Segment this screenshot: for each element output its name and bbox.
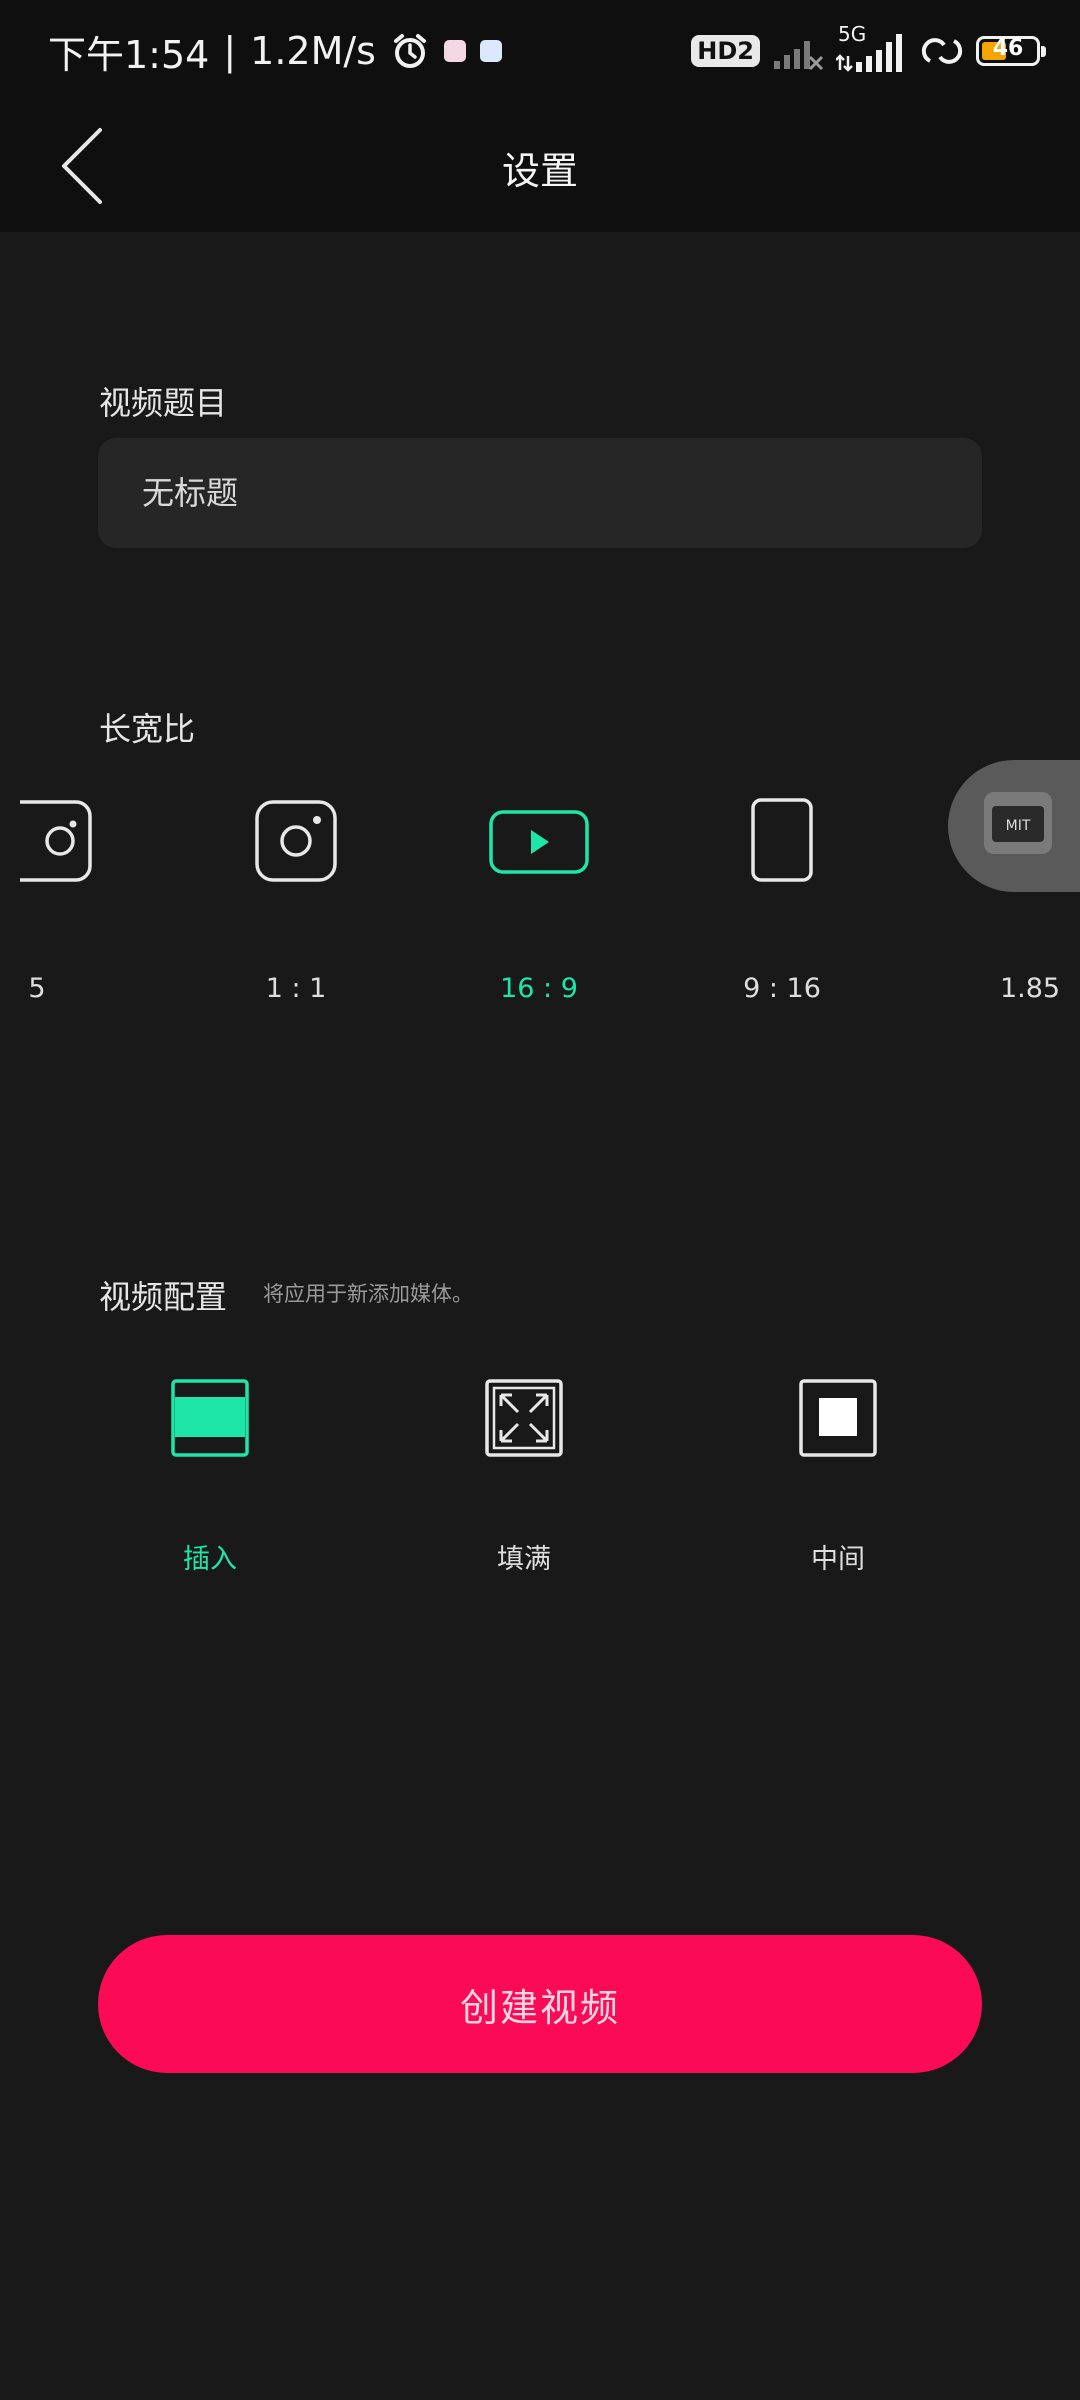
floating-app-icon: MIT [984,792,1052,854]
instagram-icon [255,800,337,882]
config-option-label: 填满 [497,1544,551,1575]
config-option-label: 插入 [183,1544,237,1575]
aspect-option-label: 16 : 9 [500,973,578,1004]
config-option-label: 中间 [811,1544,865,1575]
app-bar: 设置 [0,100,1080,232]
status-separator: | [223,29,237,73]
video-config-subtitle: 将应用于新添加媒体。 [263,1282,473,1306]
notification-app-icon [479,40,502,62]
video-config-label: 视频配置 [99,1278,228,1316]
center-square-icon [799,1379,877,1457]
config-option-fill[interactable]: 填满 [424,1375,624,1575]
status-bar: 下午1:54 | 1.2M/s HD2 5G 46 [0,0,1080,100]
aspect-option-16-9[interactable]: 16 : 9 [459,790,619,1020]
youtube-play-icon [489,810,589,874]
create-video-button[interactable]: 创建视频 [98,1935,982,2073]
video-title-label: 视频题目 [99,384,228,422]
page-title: 设置 [501,149,578,193]
aspect-ratio-carousel[interactable]: 5 1 : 1 16 : 9 9 : 16 1.85 [0,790,1080,1030]
floating-assistant-bubble[interactable]: MIT [948,760,1080,892]
floating-bubble-text: MIT [1006,818,1031,834]
config-option-center[interactable]: 中间 [738,1375,938,1575]
aspect-option-label: 1.85 [999,973,1061,1004]
battery-level: 46 [992,36,1024,61]
status-net-speed: 1.2M/s [250,29,376,73]
aspect-option-label: 9 : 16 [743,973,821,1004]
aspect-ratio-label: 长宽比 [99,710,196,748]
notification-app-icon [443,40,466,62]
video-title-input[interactable] [98,438,982,548]
status-time: 下午1:54 [48,32,210,77]
aspect-option-1-1[interactable]: 1 : 1 [216,790,376,1020]
aspect-option-label: 1 : 1 [265,973,327,1004]
aspect-option-9-16[interactable]: 9 : 16 [702,790,862,1020]
signal-5g-icon: 5G [836,22,908,76]
status-bar-right: HD2 5G 46 [691,22,1046,78]
battery-icon: 46 [976,36,1046,66]
status-bar-left: 下午1:54 | 1.2M/s [48,26,502,77]
hd-voice-badge: HD2 [691,35,760,67]
phone-portrait-icon [751,798,813,882]
portrait-camera-icon [20,800,92,882]
link-rings-icon [921,38,963,64]
aspect-option-partial-left[interactable]: 5 [0,790,150,1020]
aspect-option-label: 5 [28,973,46,1004]
config-option-insert[interactable]: 插入 [110,1375,310,1575]
fit-inside-icon [171,1379,249,1457]
alarm-icon [393,34,426,68]
signal-no-service-icon [774,41,824,71]
expand-fill-icon [485,1379,563,1457]
